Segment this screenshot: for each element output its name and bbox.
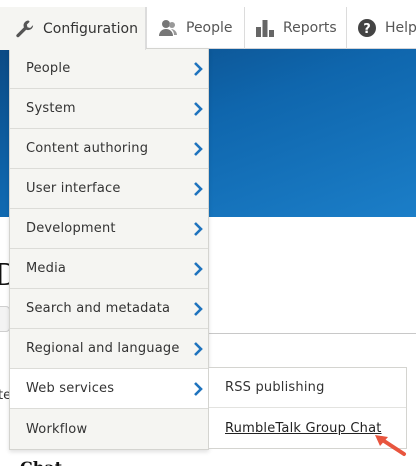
chevron-right-icon [194, 62, 203, 76]
chevron-right-icon [194, 342, 203, 356]
svg-text:?: ? [363, 22, 371, 37]
menu-item-search-and-metadata[interactable]: Search and metadata [10, 289, 208, 329]
wrench-icon [16, 20, 34, 37]
menu-item-label: Content authoring [26, 141, 149, 156]
annotation-arrow-icon [375, 435, 406, 456]
chevron-right-icon [194, 142, 203, 156]
admin-toolbar: Configuration People Reports ? Help [0, 0, 416, 50]
toolbar-configuration-tab[interactable]: Configuration [0, 7, 146, 50]
menu-item-label: System [26, 101, 76, 116]
menu-item-content-authoring[interactable]: Content authoring [10, 129, 208, 169]
page-chat-heading-fragment: Chat [20, 458, 62, 466]
chevron-right-icon [194, 382, 203, 396]
toolbar-reports-label: Reports [283, 20, 337, 36]
toolbar-people-tab[interactable]: People [146, 7, 244, 49]
menu-item-label: User interface [26, 181, 121, 196]
chevron-right-icon [194, 222, 203, 236]
menu-item-system[interactable]: System [10, 89, 208, 129]
toolbar-configuration-label: Configuration [43, 20, 138, 37]
divider [200, 333, 416, 334]
submenu-item-label: RSS publishing [225, 380, 325, 395]
configuration-menu: People System Content authoring User int… [9, 48, 209, 450]
menu-item-label: Regional and language [26, 341, 180, 356]
menu-item-media[interactable]: Media [10, 249, 208, 289]
menu-item-label: Workflow [26, 421, 88, 437]
menu-item-user-interface[interactable]: User interface [10, 169, 208, 209]
toolbar-help-label: Help [385, 20, 416, 36]
toolbar-help-tab[interactable]: ? Help [346, 7, 416, 49]
people-icon [159, 20, 177, 36]
menu-item-regional-and-language[interactable]: Regional and language [10, 329, 208, 369]
menu-item-web-services[interactable]: Web services [10, 369, 208, 409]
chevron-right-icon [194, 262, 203, 276]
chevron-right-icon [194, 182, 203, 196]
menu-item-people[interactable]: People [10, 49, 208, 89]
menu-item-label: Development [26, 221, 116, 236]
menu-item-label: Web services [26, 381, 115, 396]
chevron-right-icon [194, 102, 203, 116]
bar-chart-icon [256, 20, 274, 37]
help-icon: ? [358, 19, 376, 37]
chevron-right-icon [194, 302, 203, 316]
menu-item-label: Media [26, 261, 67, 276]
toolbar-people-label: People [186, 20, 233, 36]
menu-item-label: Search and metadata [26, 301, 171, 316]
menu-item-workflow[interactable]: Workflow [10, 409, 208, 449]
submenu-item-rss-publishing[interactable]: RSS publishing [209, 368, 406, 408]
toolbar-reports-tab[interactable]: Reports [244, 7, 346, 49]
menu-item-label: People [26, 61, 71, 76]
submenu-item-label: RumbleTalk Group Chat [225, 420, 382, 436]
menu-item-development[interactable]: Development [10, 209, 208, 249]
